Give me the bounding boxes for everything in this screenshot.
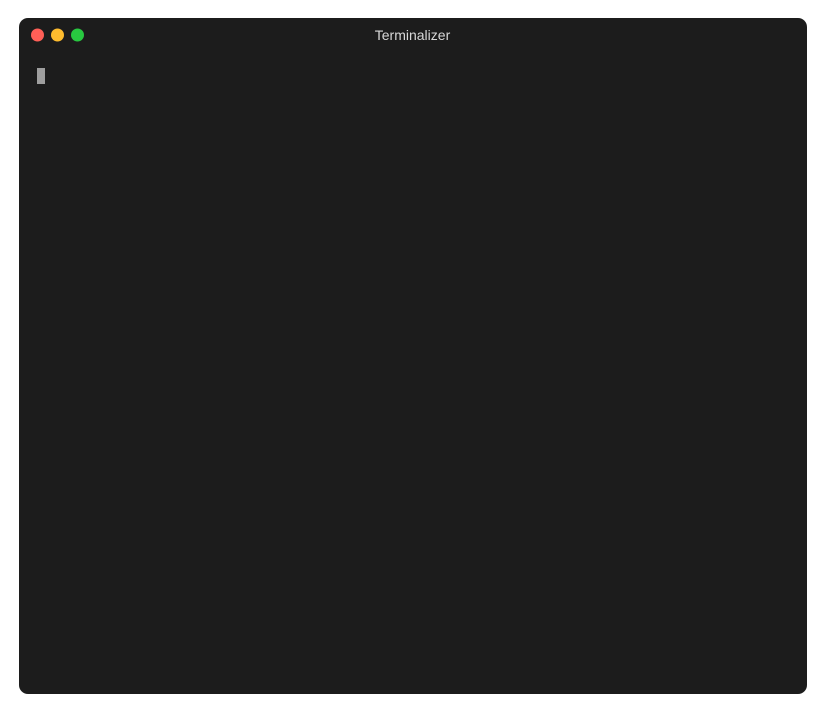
window-controls [31, 29, 84, 42]
cursor-icon [37, 68, 45, 84]
close-button[interactable] [31, 29, 44, 42]
zoom-button[interactable] [71, 29, 84, 42]
terminal-body[interactable] [19, 52, 807, 694]
title-bar: Terminalizer [19, 18, 807, 52]
window-title: Terminalizer [19, 27, 807, 43]
terminal-window: Terminalizer [19, 18, 807, 694]
minimize-button[interactable] [51, 29, 64, 42]
